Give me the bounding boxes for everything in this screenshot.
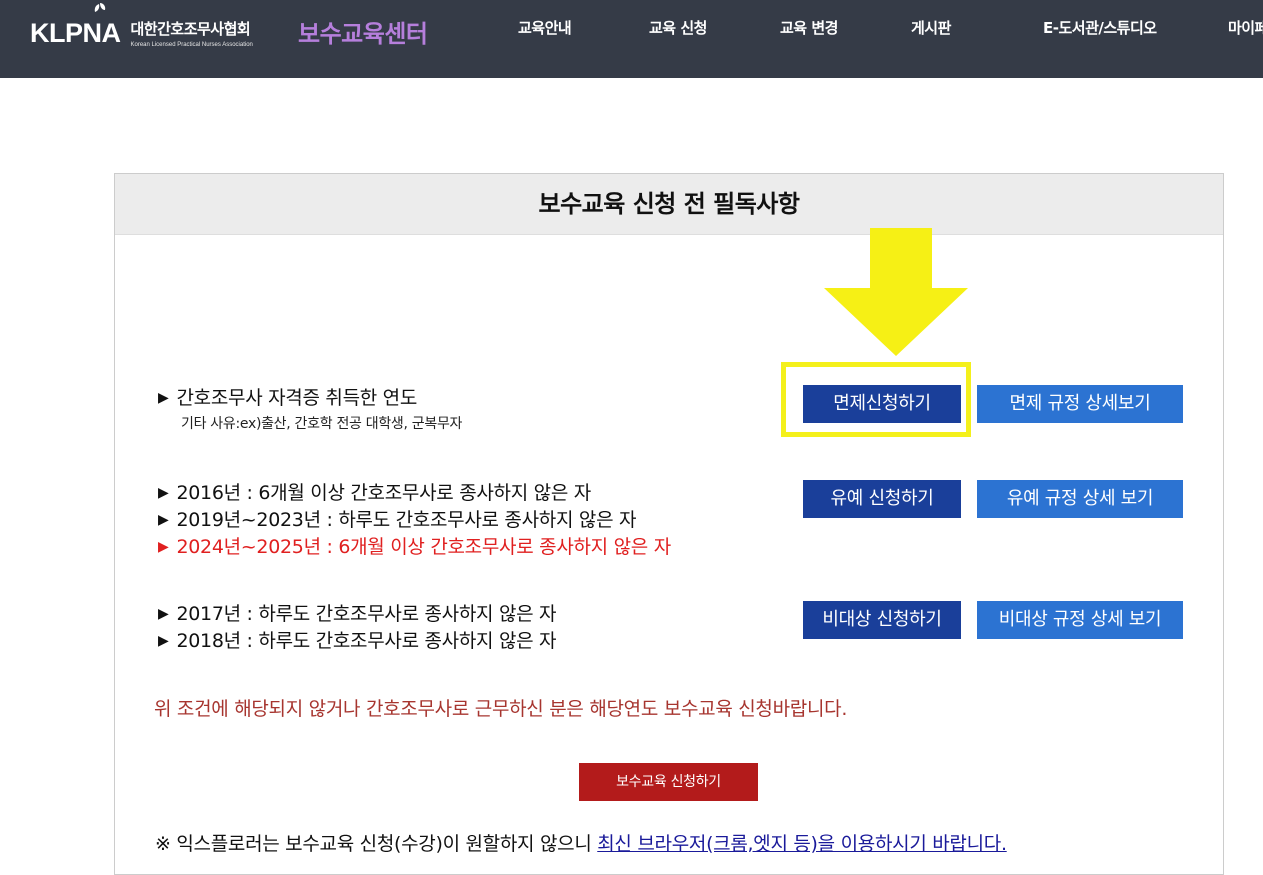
deferral-condition-2024-2025: ▶ 2024년~2025년 : 6개월 이상 간호조무사로 종사하지 않은 자: [158, 532, 671, 559]
exemption-rules-button[interactable]: 면제 규정 상세보기: [977, 385, 1183, 423]
exemption-other-reasons: 기타 사유:ex)출산, 간호학 전공 대학생, 군복무자: [181, 416, 463, 432]
deferral-apply-button[interactable]: 유예 신청하기: [803, 480, 961, 518]
browser-link[interactable]: 최신 브라우저(크롬,엣지 등)을 이용하시기 바랍니다.: [597, 833, 1007, 855]
klpna-logo[interactable]: KLPNA 대한간호조무사협회 Korean Licensed Practica…: [30, 3, 253, 58]
nontarget-condition-text: 2018년 : 하루도 간호조무사로 종사하지 않은 자: [176, 630, 557, 652]
footnote-text: ※ 익스플로러는 보수교육 신청(수강)이 원할하지 않으니: [155, 833, 598, 855]
nav-edu-guide[interactable]: 교육안내: [518, 17, 572, 38]
deferral-condition-text: 2024년~2025년 : 6개월 이상 간호조무사로 종사하지 않은 자: [176, 536, 671, 558]
triangle-bullet-icon: ▶: [158, 633, 169, 649]
deferral-condition-text: 2019년~2023년 : 하루도 간호조무사로 종사하지 않은 자: [176, 509, 637, 531]
nontarget-condition-2018: ▶ 2018년 : 하루도 간호조무사로 종사하지 않은 자: [158, 626, 557, 653]
exemption-condition: ▶ 간호조무사 자격증 취득한 연도: [158, 383, 417, 410]
triangle-bullet-icon: ▶: [158, 606, 169, 622]
nav-mypage[interactable]: 마이페: [1228, 17, 1263, 38]
triangle-bullet-icon: ▶: [158, 539, 169, 555]
nav-board[interactable]: 게시판: [911, 17, 951, 38]
triangle-bullet-icon: ▶: [158, 390, 169, 406]
nontarget-apply-button[interactable]: 비대상 신청하기: [803, 601, 961, 639]
nav-edu-apply[interactable]: 교육 신청: [649, 17, 707, 38]
exemption-apply-button[interactable]: 면제신청하기: [803, 385, 961, 423]
logo-texts: 대한간호조무사협회 Korean Licensed Practical Nurs…: [131, 18, 253, 48]
nav-edu-change[interactable]: 교육 변경: [780, 17, 838, 38]
apply-notice: 위 조건에 해당되지 않거나 간호조무사로 근무하신 분은 해당연도 보수교육 …: [154, 698, 848, 720]
site-title[interactable]: 보수교육센터: [298, 14, 428, 49]
nontarget-condition-text: 2017년 : 하루도 간호조무사로 종사하지 않은 자: [176, 603, 557, 625]
top-header: KLPNA 대한간호조무사협회 Korean Licensed Practica…: [0, 0, 1263, 78]
nav-elibrary-studio[interactable]: E-도서관/스튜디오: [1043, 17, 1157, 38]
deferral-condition-2019-2023: ▶ 2019년~2023년 : 하루도 간호조무사로 종사하지 않은 자: [158, 505, 636, 532]
nontarget-rules-button[interactable]: 비대상 규정 상세 보기: [977, 601, 1183, 639]
exemption-condition-text: 간호조무사 자격증 취득한 연도: [176, 387, 418, 409]
deferral-condition-text: 2016년 : 6개월 이상 간호조무사로 종사하지 않은 자: [176, 482, 591, 504]
logo-wordmark: KLPNA: [30, 17, 121, 48]
nontarget-condition-2017: ▶ 2017년 : 하루도 간호조무사로 종사하지 않은 자: [158, 599, 557, 626]
triangle-bullet-icon: ▶: [158, 485, 169, 501]
org-name-en: Korean Licensed Practical Nurses Associa…: [130, 42, 253, 48]
leaf-icon: [94, 3, 106, 12]
down-arrow-icon: [824, 228, 968, 356]
browser-footnote: ※ 익스플로러는 보수교육 신청(수강)이 원할하지 않으니 최신 브라우저(크…: [155, 829, 1007, 856]
org-name-kr: 대한간호조무사협회: [130, 20, 251, 38]
triangle-bullet-icon: ▶: [158, 512, 169, 528]
panel-title: 보수교육 신청 전 필독사항: [115, 174, 1223, 235]
deferral-rules-button[interactable]: 유예 규정 상세 보기: [977, 480, 1183, 518]
deferral-condition-2016: ▶ 2016년 : 6개월 이상 간호조무사로 종사하지 않은 자: [158, 478, 591, 505]
education-apply-button[interactable]: 보수교육 신청하기: [579, 763, 758, 801]
